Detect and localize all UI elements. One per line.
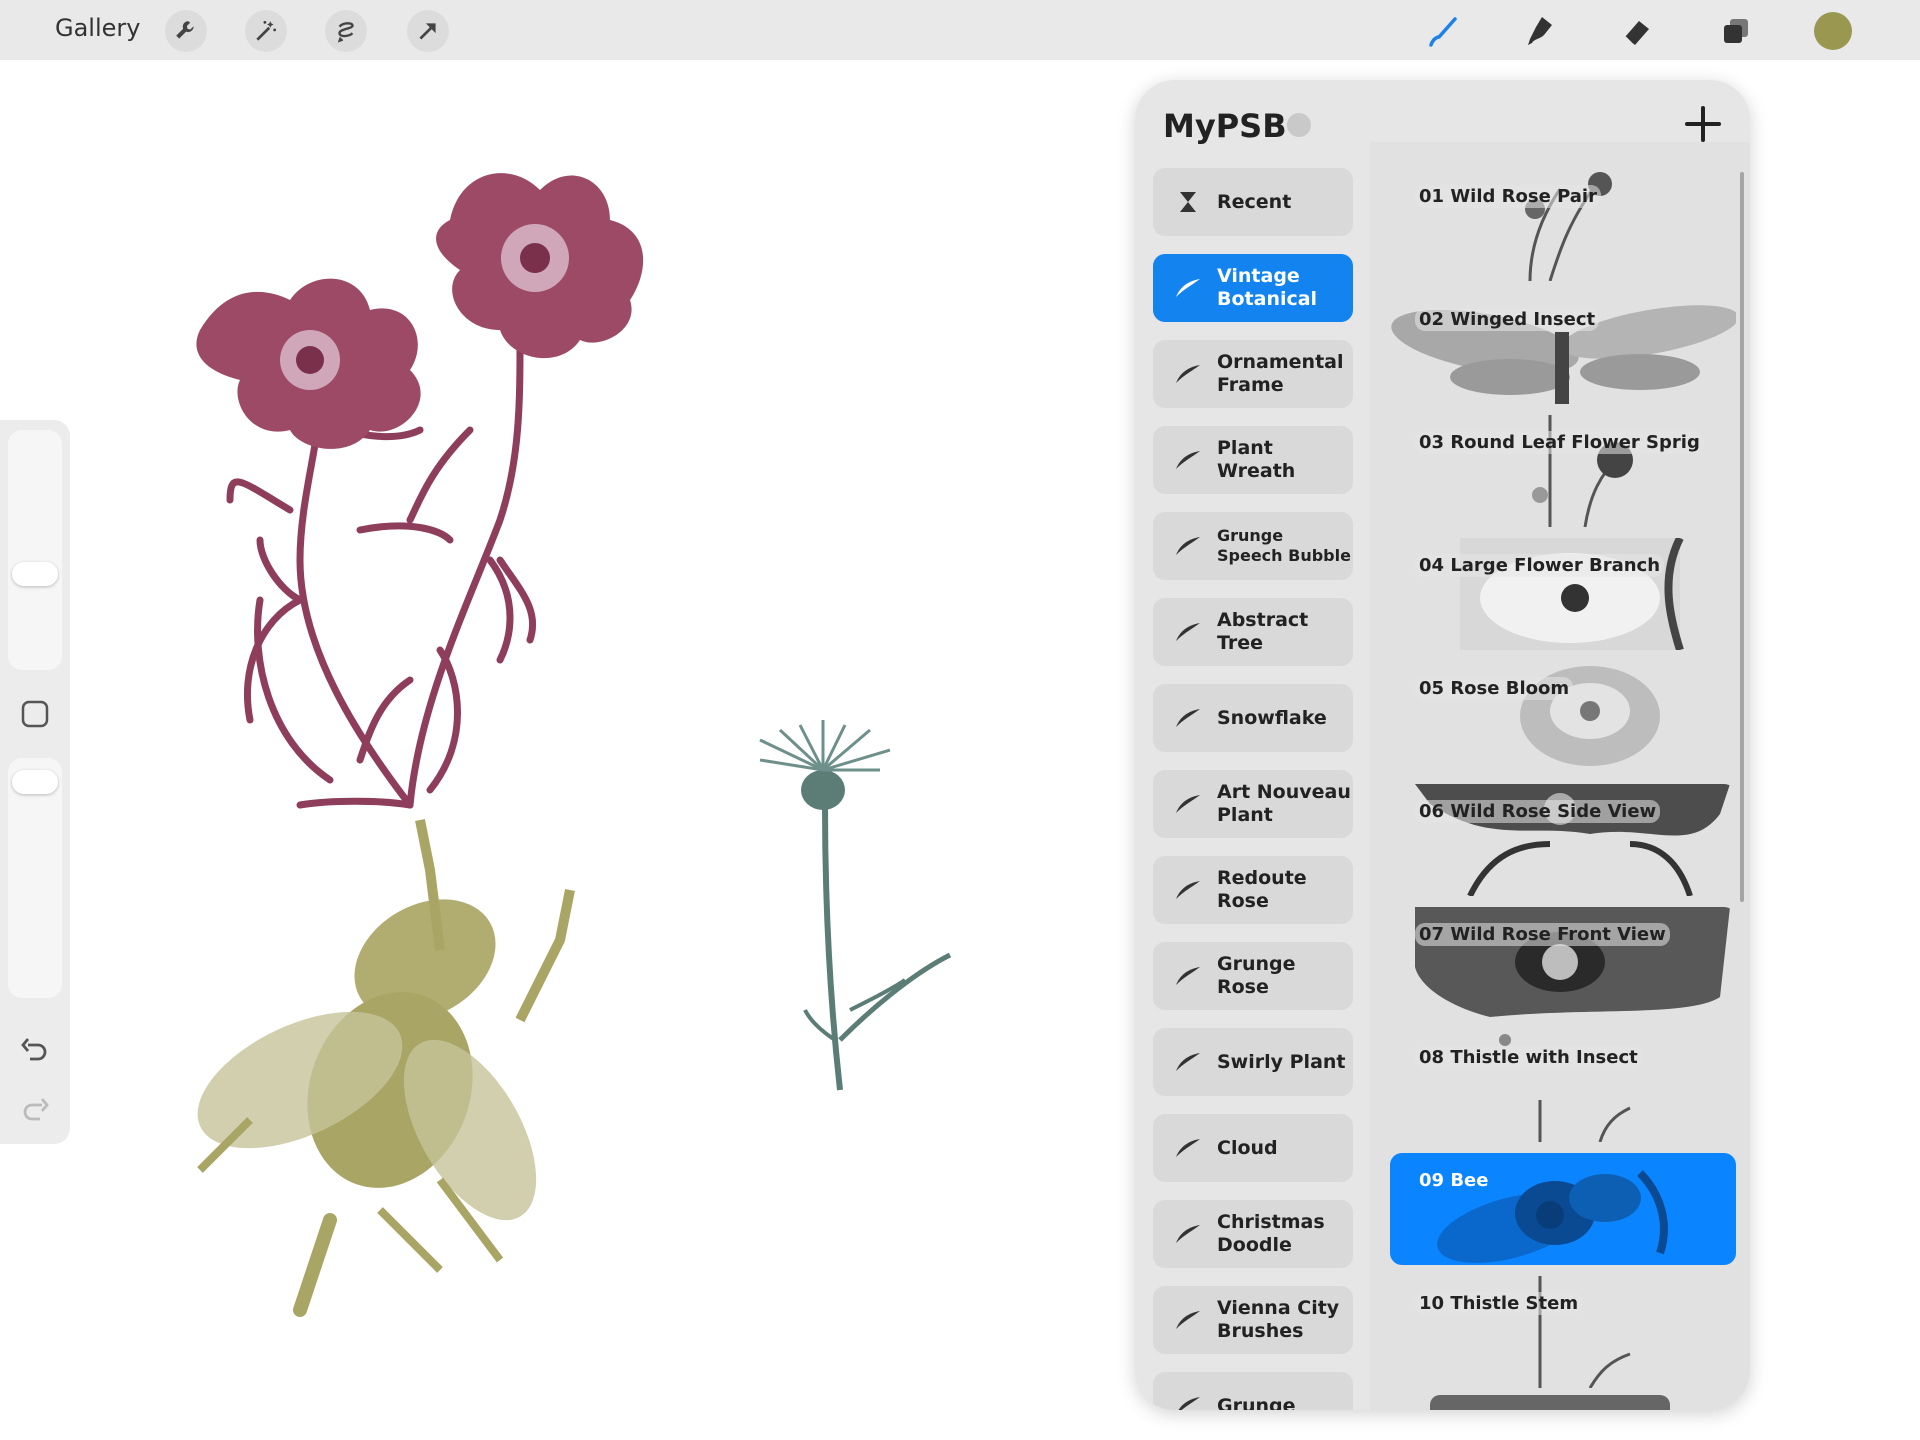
brush-stroke-icon bbox=[1173, 617, 1203, 647]
brush-size-slider[interactable] bbox=[8, 430, 62, 670]
selection-icon[interactable] bbox=[325, 10, 367, 52]
brush-stroke-icon bbox=[1173, 445, 1203, 475]
brush-stroke-icon bbox=[1173, 1305, 1203, 1335]
redo-icon[interactable] bbox=[17, 1092, 53, 1128]
brush-set-ornamental-frame[interactable]: Ornamental Frame bbox=[1153, 340, 1353, 408]
brush-set-art-nouveau-plant[interactable]: Art Nouveau Plant bbox=[1153, 770, 1353, 838]
brush-set-title[interactable]: MyPSB bbox=[1163, 107, 1287, 145]
check-icon bbox=[1287, 113, 1311, 137]
color-picker-swatch[interactable] bbox=[1814, 12, 1852, 50]
layers-icon[interactable] bbox=[1715, 10, 1757, 52]
brush-item[interactable]: 03 Round Leaf Flower Sprig bbox=[1390, 415, 1736, 527]
brush-item[interactable]: 02 Winged Insect bbox=[1390, 292, 1736, 404]
brush-stroke-icon bbox=[1173, 875, 1203, 905]
brush-icon[interactable] bbox=[1422, 10, 1464, 52]
brush-stroke-icon bbox=[1173, 1047, 1203, 1077]
brush-set-grunge-rose[interactable]: Grunge Rose bbox=[1153, 942, 1353, 1010]
add-brush-set-button[interactable] bbox=[1681, 102, 1725, 146]
opacity-thumb[interactable] bbox=[12, 770, 58, 794]
brush-stroke-icon bbox=[1173, 1219, 1203, 1249]
brush-list: 01 Wild Rose Pair 02 Winged Insect 03 Ro… bbox=[1370, 142, 1750, 1410]
brush-set-cloud[interactable]: Cloud bbox=[1153, 1114, 1353, 1182]
brush-item-partial-preview bbox=[1430, 1395, 1670, 1410]
brush-item[interactable]: 05 Rose Bloom bbox=[1390, 661, 1736, 773]
wrench-icon[interactable] bbox=[165, 10, 207, 52]
bee-drawing bbox=[197, 819, 575, 1317]
top-toolbar: Gallery bbox=[0, 0, 1920, 60]
brush-item[interactable]: 08 Thistle with Insect bbox=[1390, 1030, 1736, 1142]
brush-item[interactable]: 04 Large Flower Branch bbox=[1390, 538, 1736, 650]
brush-stroke-icon bbox=[1173, 273, 1203, 303]
gallery-button[interactable]: Gallery bbox=[55, 14, 140, 42]
brush-set-swirly-plant[interactable]: Swirly Plant bbox=[1153, 1028, 1353, 1096]
brush-item[interactable]: 10 Thistle Stem bbox=[1390, 1276, 1736, 1388]
brush-stroke-icon bbox=[1173, 531, 1203, 561]
brush-set-vintage-botanical[interactable]: Vintage Botanical bbox=[1153, 254, 1353, 322]
smudge-icon[interactable] bbox=[1519, 10, 1561, 52]
brush-stroke-icon bbox=[1173, 1391, 1203, 1410]
hourglass-icon bbox=[1173, 187, 1203, 217]
brush-stroke-icon bbox=[1173, 703, 1203, 733]
brush-item[interactable]: 06 Wild Rose Side View bbox=[1390, 784, 1736, 896]
brush-stroke-icon bbox=[1173, 1133, 1203, 1163]
opacity-slider[interactable] bbox=[8, 758, 62, 998]
brush-set-plant-wreath[interactable]: Plant Wreath bbox=[1153, 426, 1353, 494]
brush-stroke-icon bbox=[1173, 359, 1203, 389]
rose-bloom-left bbox=[196, 278, 421, 449]
brush-list-scrollbar[interactable] bbox=[1740, 172, 1744, 902]
brush-set-christmas-doodle[interactable]: Christmas Doodle bbox=[1153, 1200, 1353, 1268]
magic-wand-icon[interactable] bbox=[245, 10, 287, 52]
brush-item[interactable]: 07 Wild Rose Front View bbox=[1390, 907, 1736, 1019]
square-modify-icon[interactable] bbox=[17, 696, 53, 732]
brush-set-snowflake[interactable]: Snowflake bbox=[1153, 684, 1353, 752]
brush-set-vienna-city-brushes[interactable]: Vienna City Brushes bbox=[1153, 1286, 1353, 1354]
rose-bloom-right bbox=[436, 173, 644, 359]
brush-stroke-icon bbox=[1173, 789, 1203, 819]
brush-library-panel: MyPSB Recent Vintage Botanical Ornamenta… bbox=[1135, 80, 1750, 1410]
undo-icon[interactable] bbox=[17, 1032, 53, 1068]
brush-set-recent[interactable]: Recent bbox=[1153, 168, 1353, 236]
brush-set-list: Recent Vintage Botanical Ornamental Fram… bbox=[1153, 168, 1353, 1410]
brush-item-selected[interactable]: 09 Bee bbox=[1390, 1153, 1736, 1265]
left-sidebar bbox=[0, 420, 70, 1144]
brush-set-grunge-speech-bubble[interactable]: Grunge Speech Bubble bbox=[1153, 512, 1353, 580]
brush-stroke-icon bbox=[1173, 961, 1203, 991]
eraser-icon[interactable] bbox=[1616, 10, 1658, 52]
brush-set-grunge[interactable]: Grunge bbox=[1153, 1372, 1353, 1410]
brush-item[interactable]: 01 Wild Rose Pair bbox=[1390, 169, 1736, 281]
brush-set-redoute-rose[interactable]: Redoute Rose bbox=[1153, 856, 1353, 924]
transform-arrow-icon[interactable] bbox=[407, 10, 449, 52]
brush-size-thumb[interactable] bbox=[12, 562, 58, 586]
brush-set-abstract-tree[interactable]: Abstract Tree bbox=[1153, 598, 1353, 666]
thistle-drawing bbox=[759, 720, 952, 1091]
